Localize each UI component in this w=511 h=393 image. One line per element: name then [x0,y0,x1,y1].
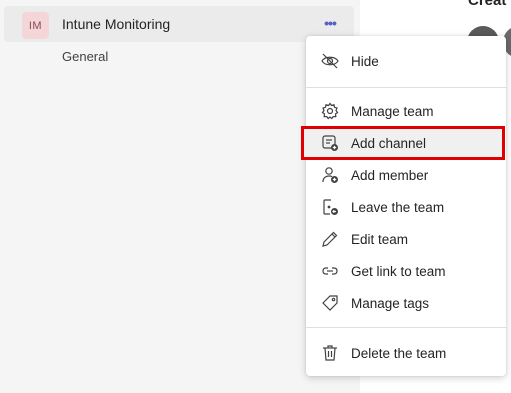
menu-item-label: Get link to team [351,263,446,279]
menu-item-get-link[interactable]: Get link to team [306,255,506,287]
menu-item-label: Add channel [351,135,427,151]
menu-item-add-member[interactable]: Add member [306,159,506,191]
menu-item-manage-tags[interactable]: Manage tags [306,287,506,319]
menu-item-label: Hide [351,53,379,69]
menu-item-manage-team[interactable]: Manage team [306,95,506,127]
menu-item-leave-team[interactable]: Leave the team [306,191,506,223]
menu-divider [306,327,506,328]
team-avatar: IM [22,12,49,39]
team-row[interactable]: IM Intune Monitoring ••• [4,6,354,42]
gear-icon [320,101,340,121]
add-member-icon [320,165,340,185]
menu-divider [306,87,506,88]
tag-icon [320,293,340,313]
menu-item-label: Delete the team [351,345,447,361]
menu-item-edit-team[interactable]: Edit team [306,223,506,255]
menu-item-label: Edit team [351,231,409,247]
menu-item-label: Manage tags [351,295,430,311]
page-title: Creat [468,0,507,9]
menu-item-delete-team[interactable]: Delete the team [306,337,506,369]
more-options-button[interactable]: ••• [319,13,341,33]
link-icon [320,261,340,281]
menu-item-label: Leave the team [351,199,445,215]
menu-item-hide[interactable]: Hide [306,45,506,77]
hide-icon [320,51,340,71]
pencil-icon [320,229,340,249]
menu-item-add-channel[interactable]: Add channel [301,126,505,160]
channel-general[interactable]: General [62,49,108,64]
menu-item-label: Add member [351,167,429,183]
team-name[interactable]: Intune Monitoring [62,16,170,32]
menu-item-label: Manage team [351,103,434,119]
trash-icon [320,343,340,363]
team-context-menu: Hide Manage team Add channel Add member … [301,36,506,376]
add-channel-icon [320,133,340,153]
leave-team-icon [320,197,340,217]
